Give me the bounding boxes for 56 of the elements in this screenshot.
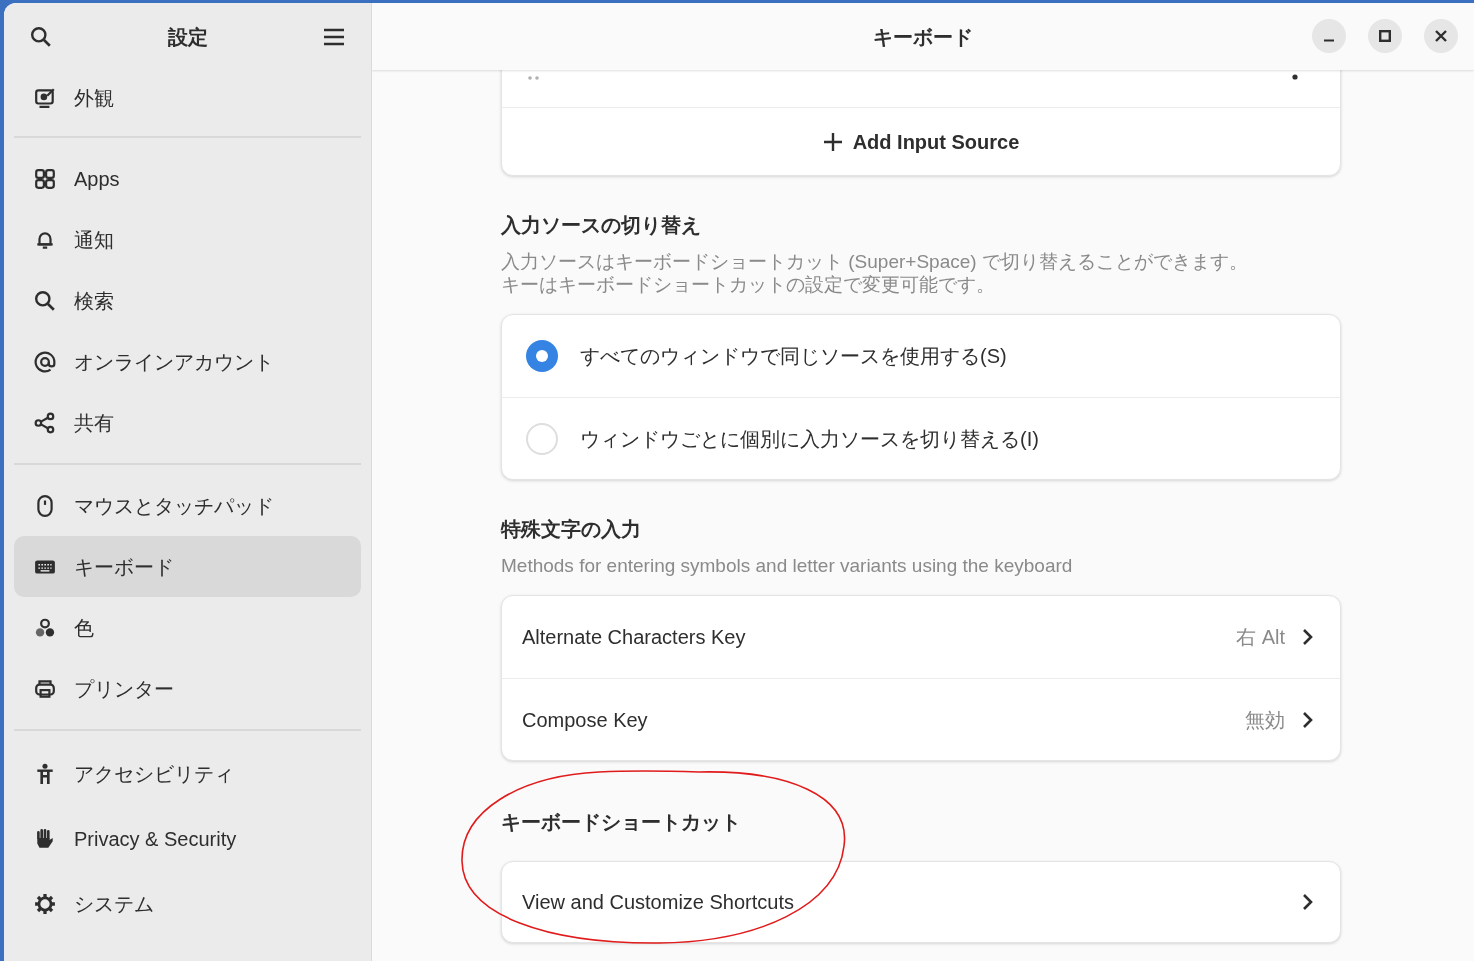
window-title: キーボード xyxy=(873,24,973,50)
plus-icon xyxy=(822,131,843,152)
mouse-icon xyxy=(34,494,56,517)
row-value: 右 Alt xyxy=(1236,625,1285,650)
more-dot-icon xyxy=(1292,74,1298,80)
sidebar-item[interactable]: マウスとタッチパッド xyxy=(14,475,361,536)
sidebar-item[interactable]: 色 xyxy=(14,597,361,658)
sidebar-item[interactable]: システム xyxy=(14,871,361,936)
chevron-right-icon xyxy=(1301,893,1314,911)
sidebar-item[interactable]: 通知 xyxy=(14,209,361,270)
close-button[interactable] xyxy=(1424,19,1458,53)
chevron-right-icon xyxy=(1301,710,1314,729)
section-heading: 特殊文字の入力 xyxy=(501,517,642,542)
sidebar-item[interactable]: Privacy & Security xyxy=(14,806,361,871)
section-description: キーはキーボードショートカットの設定で変更可能です。 xyxy=(501,273,996,296)
radio-button[interactable] xyxy=(526,422,558,455)
add-input-source-button[interactable]: Add Input Source xyxy=(502,108,1340,175)
chevron-right-icon xyxy=(1301,628,1314,646)
drag-handle-icon xyxy=(528,76,539,80)
apps-grid-icon xyxy=(34,167,56,190)
printer-icon xyxy=(34,677,56,700)
minimize-button[interactable] xyxy=(1312,19,1346,53)
maximize-icon xyxy=(1379,30,1391,42)
settings-row[interactable]: Compose Key 無効 xyxy=(502,678,1340,760)
row-value: 無効 xyxy=(1245,707,1285,733)
sidebar-item[interactable]: アクセシビリティ xyxy=(14,741,361,806)
share-icon xyxy=(34,411,56,434)
menu-icon xyxy=(323,26,345,47)
sidebar-item[interactable]: 外観 xyxy=(14,70,361,126)
color-circles-icon xyxy=(34,616,56,639)
person-icon xyxy=(34,762,56,785)
settings-row[interactable]: Alternate Characters Key 右 Alt xyxy=(502,596,1340,678)
sidebar-title: 設定 xyxy=(167,24,208,50)
maximize-button[interactable] xyxy=(1368,19,1402,53)
section-heading: キーボードショートカット xyxy=(501,810,742,835)
gear-icon xyxy=(34,892,56,915)
radio-row[interactable]: ウィンドウごとに個別に入力ソースを切り替える(I) xyxy=(502,397,1340,479)
display-brush-icon xyxy=(34,87,56,109)
radio-row[interactable]: すべてのウィンドウで同じソースを使用する(S) xyxy=(502,315,1340,397)
search-icon xyxy=(30,25,52,48)
search-icon xyxy=(34,289,56,312)
sidebar-item[interactable]: プリンター xyxy=(14,658,361,719)
section-heading: 入力ソースの切り替え xyxy=(501,213,702,238)
section-description: 入力ソースはキーボードショートカット (Super+Space) で切り替えることができます。 xyxy=(501,250,1249,273)
radio-button[interactable] xyxy=(526,340,558,372)
sidebar-item[interactable]: 共有 xyxy=(14,392,361,453)
hand-icon xyxy=(34,827,56,850)
settings-row[interactable]: View and Customize Shortcuts xyxy=(502,862,1340,942)
sidebar-item[interactable]: オンラインアカウント xyxy=(14,331,361,392)
section-description: Methods for entering symbols and letter variants using the keyboard xyxy=(501,554,1074,577)
sidebar-item[interactable]: 検索 xyxy=(14,270,361,331)
sidebar-item[interactable]: キーボード xyxy=(14,536,361,597)
sidebar-item[interactable]: Apps xyxy=(14,148,361,209)
close-icon xyxy=(1435,30,1447,42)
at-sign-icon xyxy=(34,350,56,373)
minimize-icon xyxy=(1324,38,1334,42)
